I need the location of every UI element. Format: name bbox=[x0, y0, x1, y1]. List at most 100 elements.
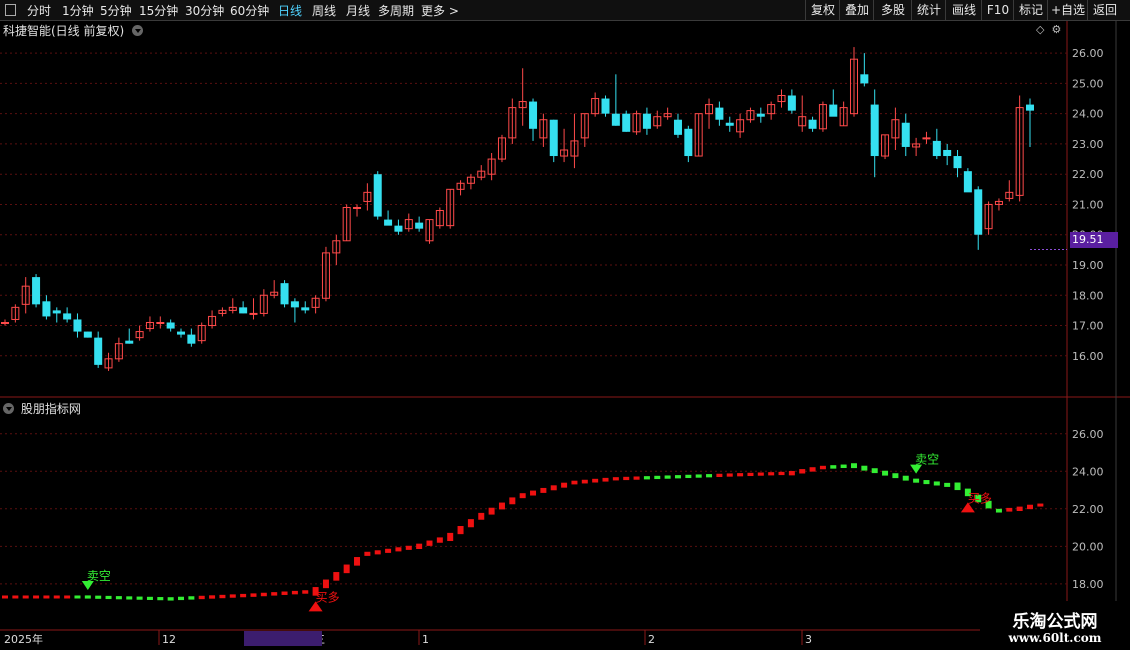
indicator-segment bbox=[467, 519, 474, 528]
candle-up bbox=[922, 137, 931, 140]
indicator-segment bbox=[757, 472, 764, 476]
indicator-segment bbox=[498, 502, 505, 510]
indicator-segment bbox=[488, 507, 495, 515]
candle-down bbox=[83, 331, 92, 338]
indicator-segment bbox=[695, 474, 702, 478]
indicator-segment bbox=[343, 564, 350, 574]
indicator-segment bbox=[1016, 506, 1023, 512]
candle-down bbox=[125, 340, 134, 344]
indicator-tick-label: 22.00 bbox=[1072, 503, 1104, 516]
price-tick-label: 24.00 bbox=[1072, 108, 1104, 121]
indicator-segment bbox=[260, 592, 267, 597]
kline-chart[interactable]: 26.00 25.00 24.00 23.00 22.00 21.00 20.00 19.00… bbox=[0, 0, 1130, 650]
indicator-segment bbox=[871, 468, 878, 474]
indicator-segment bbox=[364, 551, 371, 556]
candle-down bbox=[642, 113, 651, 129]
watermark-url: www.60lt.com bbox=[1008, 631, 1102, 645]
indicator-segment bbox=[902, 475, 909, 481]
price-tick-label: 17.00 bbox=[1072, 320, 1104, 333]
indicator-segment bbox=[923, 480, 930, 485]
indicator-segment bbox=[2, 595, 8, 599]
indicator-segment bbox=[395, 547, 402, 552]
candle-down bbox=[394, 225, 403, 232]
price-tick-label: 21.00 bbox=[1072, 198, 1104, 211]
indicator-segment bbox=[674, 475, 681, 479]
indicator-segment bbox=[592, 478, 599, 483]
indicator-segment bbox=[530, 490, 537, 496]
indicator-segment bbox=[1037, 503, 1044, 507]
price-tick-label: 23.00 bbox=[1072, 138, 1104, 151]
candle-down bbox=[239, 307, 248, 314]
indicator-segment bbox=[819, 465, 826, 470]
candle-up bbox=[1, 321, 9, 324]
candle-down bbox=[415, 222, 424, 229]
candle-down bbox=[94, 337, 103, 365]
indicator-segment bbox=[519, 493, 526, 499]
indicator-segment bbox=[861, 465, 868, 471]
sell-signal-label: 卖空 bbox=[915, 453, 939, 467]
indicator-segment bbox=[1027, 504, 1033, 510]
candle-down bbox=[829, 104, 838, 117]
indicator-segment bbox=[115, 596, 122, 600]
indicator-segment bbox=[457, 526, 464, 535]
candle-down bbox=[280, 283, 289, 305]
candle-down bbox=[808, 119, 817, 129]
candle-down bbox=[974, 189, 983, 235]
date-label: 2 bbox=[648, 633, 655, 646]
indicator-segment bbox=[882, 470, 889, 476]
indicator-segment bbox=[302, 590, 309, 594]
candle-down bbox=[943, 149, 952, 157]
indicator-segment bbox=[64, 595, 71, 599]
sell-signal-label: 卖空 bbox=[87, 569, 111, 583]
indicator-segment bbox=[157, 597, 164, 601]
indicator-segment bbox=[623, 476, 630, 481]
price-tick-label: 22.00 bbox=[1072, 168, 1104, 181]
indicator-segment bbox=[136, 596, 143, 600]
indicator-segment bbox=[654, 475, 661, 480]
candle-down bbox=[373, 174, 382, 217]
indicator-segment bbox=[995, 508, 1002, 513]
indicator-segment bbox=[43, 595, 50, 599]
candle-down bbox=[870, 104, 879, 157]
indicator-segment bbox=[571, 480, 578, 485]
indicator-segment bbox=[105, 595, 112, 600]
indicator-segment bbox=[747, 472, 754, 477]
watermark-title: 乐淘公式网 bbox=[1012, 612, 1098, 632]
price-tick-label: 26.00 bbox=[1072, 47, 1104, 60]
indicator-segment bbox=[198, 595, 205, 600]
price-tick-label: 25.00 bbox=[1072, 77, 1104, 90]
indicator-segment bbox=[550, 485, 557, 491]
indicator-segment bbox=[219, 594, 226, 599]
price-tick-label: 19.00 bbox=[1072, 259, 1104, 272]
indicator-segment bbox=[12, 595, 19, 599]
indicator-segment bbox=[633, 476, 640, 480]
indicator-segment bbox=[840, 464, 847, 469]
price-tick-label: 18.00 bbox=[1072, 289, 1104, 302]
chevron-down-icon[interactable] bbox=[3, 403, 14, 414]
indicator-segment bbox=[436, 537, 443, 543]
candle-down bbox=[290, 301, 299, 308]
indicator-title: 股朋指标网 bbox=[3, 400, 81, 417]
candle-down bbox=[622, 113, 631, 132]
candle-down bbox=[52, 310, 61, 314]
candle-down bbox=[963, 171, 972, 193]
candle-down bbox=[756, 113, 765, 117]
indicator-segment bbox=[602, 477, 609, 482]
indicator-segment bbox=[706, 474, 713, 478]
candle-down bbox=[787, 95, 796, 111]
candle-up bbox=[156, 321, 165, 324]
indicator-segment bbox=[209, 595, 216, 599]
candle-down bbox=[725, 122, 734, 126]
indicator-segment bbox=[788, 470, 795, 476]
indicator-segment bbox=[540, 487, 547, 493]
indicator-segment bbox=[229, 594, 236, 598]
candle-down bbox=[1026, 104, 1034, 111]
candle-down bbox=[673, 119, 682, 135]
candle-down bbox=[42, 301, 51, 317]
indicator-segment bbox=[509, 497, 516, 505]
indicator-segment bbox=[447, 532, 454, 542]
indicator-segment bbox=[250, 593, 257, 597]
indicator-segment bbox=[944, 482, 951, 487]
date-label: 3 bbox=[805, 633, 812, 646]
candle-down bbox=[611, 113, 620, 126]
